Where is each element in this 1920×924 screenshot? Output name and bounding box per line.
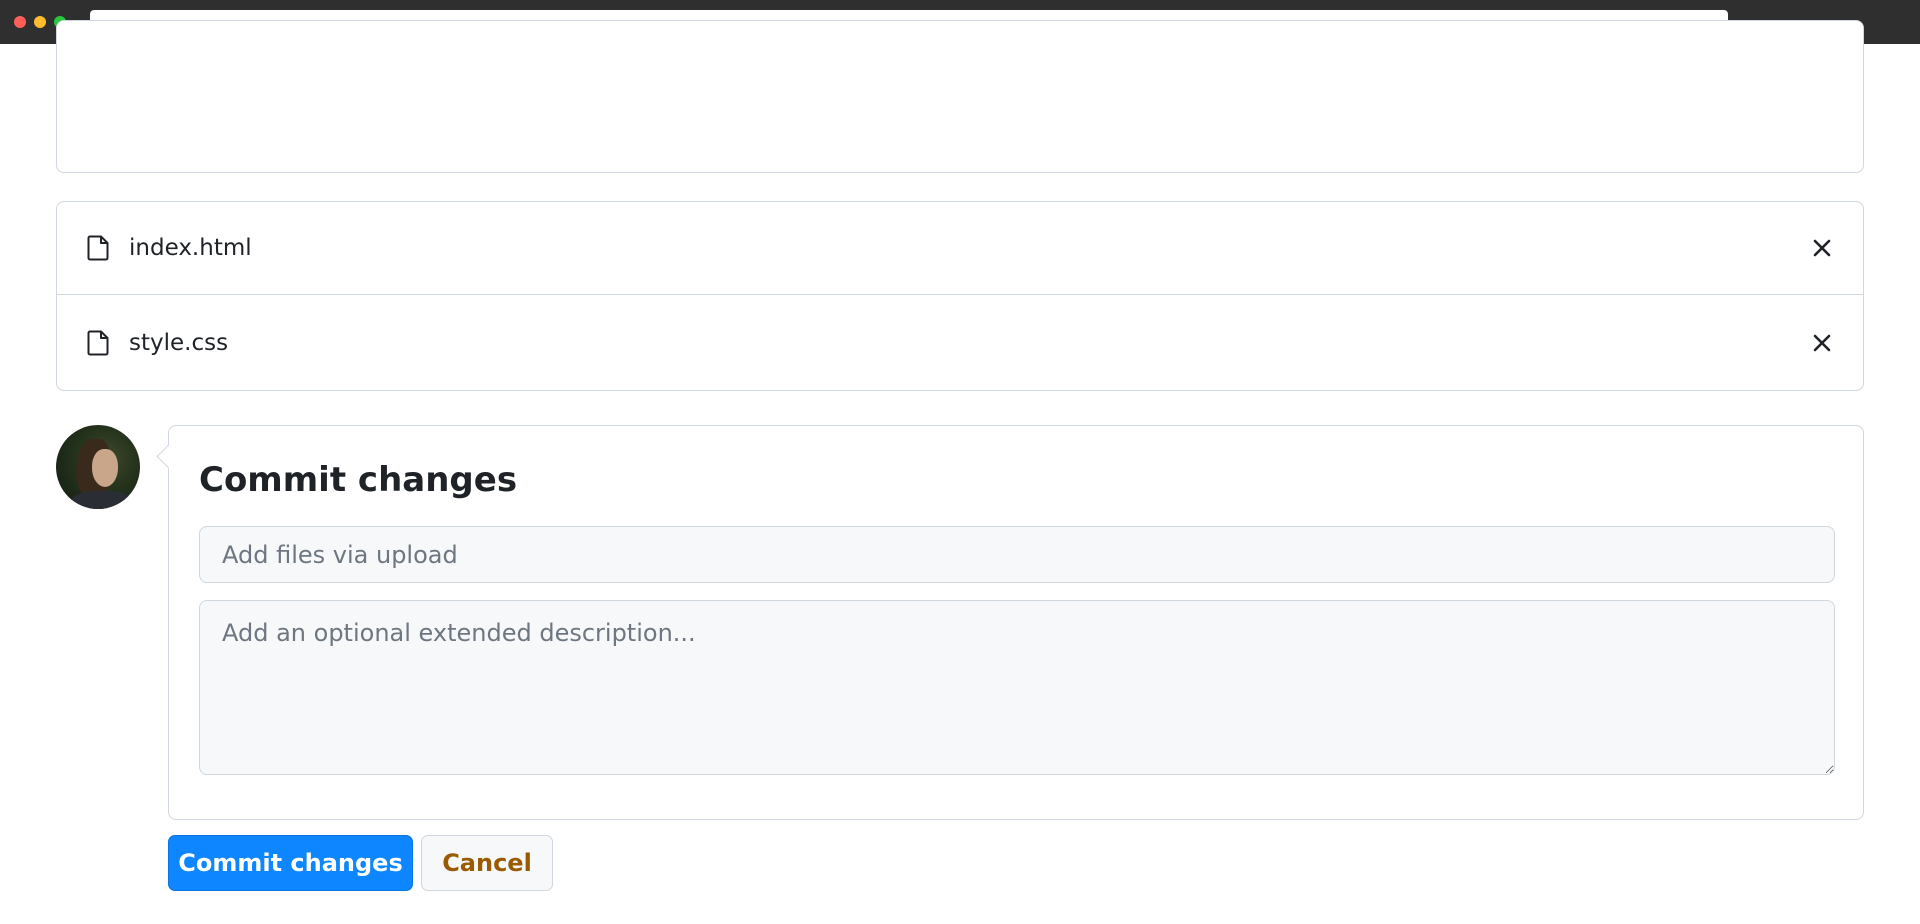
remove-file-button[interactable] — [1809, 235, 1835, 261]
commit-title: Commit changes — [199, 460, 518, 500]
file-icon — [87, 235, 109, 261]
avatar — [56, 425, 140, 509]
upload-dropzone[interactable] — [56, 20, 1864, 173]
file-icon — [87, 330, 109, 355]
cancel-button[interactable]: Cancel — [421, 835, 553, 891]
commit-changes-button[interactable]: Commit changes — [168, 835, 413, 891]
file-name: style.css — [129, 329, 229, 356]
file-row: index.html — [57, 202, 1863, 295]
window-close-button[interactable] — [14, 16, 26, 28]
window-minimize-button[interactable] — [34, 16, 46, 28]
file-row: style.css — [57, 295, 1863, 390]
commit-description-textarea[interactable] — [199, 600, 1835, 775]
file-name: index.html — [129, 235, 252, 261]
uploaded-files-list: index.html style.css — [56, 201, 1864, 391]
commit-panel: Commit changes — [168, 425, 1864, 820]
commit-summary-input[interactable] — [199, 526, 1835, 583]
close-icon — [1813, 239, 1831, 257]
remove-file-button[interactable] — [1809, 330, 1835, 356]
close-icon — [1813, 334, 1831, 351]
